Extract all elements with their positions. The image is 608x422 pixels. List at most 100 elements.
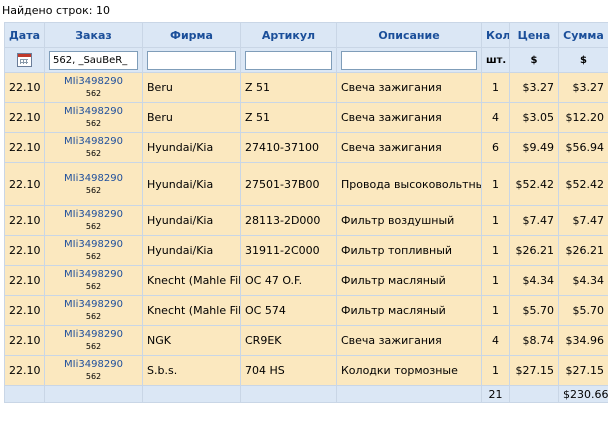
qty-unit-label: шт. bbox=[481, 47, 510, 73]
order-sub: 562 bbox=[85, 222, 102, 231]
date-cell: 22.10 bbox=[4, 205, 45, 236]
description-cell: Фильтр воздушный bbox=[336, 205, 482, 236]
article-filter-input[interactable] bbox=[245, 50, 332, 70]
rows-found-label: Найдено строк: 10 bbox=[2, 4, 110, 17]
order-sub: 562 bbox=[85, 252, 102, 261]
column-header-date[interactable]: Дата bbox=[4, 22, 45, 48]
order-sub: 562 bbox=[85, 89, 102, 98]
order-link[interactable]: MIi3498290 bbox=[49, 239, 138, 251]
column-header-description[interactable]: Описание bbox=[336, 22, 482, 48]
table-row: 22.10 MIi3498290 562 Beru Z 51 Свеча зажи… bbox=[4, 102, 608, 133]
order-link[interactable]: MIi3498290 bbox=[49, 269, 138, 281]
sum-cell: $12.20 bbox=[558, 102, 608, 133]
order-link[interactable]: MIi3498290 bbox=[49, 106, 138, 118]
table-row: 22.10 MIi3498290 562 Hyundai/Kia 27501-37… bbox=[4, 162, 608, 206]
totals-empty-cell bbox=[4, 385, 45, 403]
order-cell: MIi3498290 562 bbox=[44, 325, 143, 356]
calendar-icon[interactable] bbox=[17, 53, 32, 67]
column-header-qty[interactable]: Кол bbox=[481, 22, 510, 48]
order-sub: 562 bbox=[85, 342, 102, 351]
firm-cell: Beru bbox=[142, 72, 241, 103]
firm-filter-input[interactable] bbox=[147, 50, 236, 70]
price-unit-label: $ bbox=[509, 47, 559, 73]
qty-cell: 6 bbox=[481, 132, 510, 163]
orders-table: Дата Заказ Фирма Артикул Описание Кол Це… bbox=[4, 22, 608, 403]
date-cell: 22.10 bbox=[4, 295, 45, 326]
article-cell: OC 574 bbox=[240, 295, 337, 326]
description-cell: Фильтр масляный bbox=[336, 295, 482, 326]
column-header-price[interactable]: Цена bbox=[509, 22, 559, 48]
header-row: Дата Заказ Фирма Артикул Описание Кол Це… bbox=[4, 22, 608, 48]
totals-empty-cell bbox=[44, 385, 143, 403]
price-cell: $5.70 bbox=[509, 295, 559, 326]
order-link[interactable]: MIi3498290 bbox=[49, 359, 138, 371]
qty-cell: 1 bbox=[481, 205, 510, 236]
total-qty: 21 bbox=[481, 385, 510, 403]
qty-cell: 4 bbox=[481, 325, 510, 356]
order-link[interactable]: MIi3498290 bbox=[49, 76, 138, 88]
sum-cell: $56.94 bbox=[558, 132, 608, 163]
firm-cell: Beru bbox=[142, 102, 241, 133]
price-cell: $52.42 bbox=[509, 162, 559, 206]
order-sub: 562 bbox=[85, 312, 102, 321]
date-cell: 22.10 bbox=[4, 355, 45, 386]
article-cell: 27501-37B00 bbox=[240, 162, 337, 206]
table-row: 22.10 MIi3498290 562 NGK CR9EK Свеча зажи… bbox=[4, 325, 608, 356]
description-filter-cell bbox=[336, 47, 482, 73]
firm-filter-cell bbox=[142, 47, 241, 73]
qty-cell: 1 bbox=[481, 162, 510, 206]
article-cell: CR9EK bbox=[240, 325, 337, 356]
description-filter-input[interactable] bbox=[341, 50, 477, 70]
sum-cell: $52.42 bbox=[558, 162, 608, 206]
order-link[interactable]: MIi3498290 bbox=[49, 173, 138, 185]
price-cell: $7.47 bbox=[509, 205, 559, 236]
price-cell: $27.15 bbox=[509, 355, 559, 386]
column-header-sum[interactable]: Сумма bbox=[558, 22, 608, 48]
order-filter-input[interactable] bbox=[49, 50, 138, 70]
sum-cell: $27.15 bbox=[558, 355, 608, 386]
order-link[interactable]: MIi3498290 bbox=[49, 209, 138, 221]
date-cell: 22.10 bbox=[4, 72, 45, 103]
order-cell: MIi3498290 562 bbox=[44, 132, 143, 163]
totals-empty-cell bbox=[336, 385, 482, 403]
table-row: 22.10 MIi3498290562 Knecht (Mahle Filter… bbox=[4, 295, 608, 326]
date-cell: 22.10 bbox=[4, 325, 45, 356]
column-header-order[interactable]: Заказ bbox=[44, 22, 143, 48]
qty-cell: 1 bbox=[481, 72, 510, 103]
order-sub: 562 bbox=[85, 119, 102, 128]
description-cell: Свеча зажигания bbox=[336, 132, 482, 163]
table-row: 22.10 MIi3498290 562 Hyundai/Kia 27410-37… bbox=[4, 132, 608, 163]
description-cell: Фильтр масляный bbox=[336, 265, 482, 296]
date-cell: 22.10 bbox=[4, 265, 45, 296]
description-cell: Провода высоковольтные, комплект bbox=[336, 162, 482, 206]
sum-cell: $3.27 bbox=[558, 72, 608, 103]
price-cell: $9.49 bbox=[509, 132, 559, 163]
sum-cell: $5.70 bbox=[558, 295, 608, 326]
order-cell: MIi3498290 562 bbox=[44, 295, 143, 326]
order-link[interactable]: MIi3498290 bbox=[49, 299, 138, 311]
qty-cell: 1 bbox=[481, 265, 510, 296]
order-link[interactable]: MIi3498290 bbox=[49, 136, 138, 148]
firm-cell: Hyundai/Kia bbox=[142, 235, 241, 266]
column-header-firm[interactable]: Фирма bbox=[142, 22, 241, 48]
table-row: 22.10 MIi3498290 562 Beru Z 51 Свеча зажи… bbox=[4, 72, 608, 103]
firm-cell: S.b.s. bbox=[142, 355, 241, 386]
order-cell: MIi3498290 562 bbox=[44, 162, 143, 206]
order-link[interactable]: MIi3498290 bbox=[49, 329, 138, 341]
description-cell: Свеча зажигания bbox=[336, 72, 482, 103]
price-cell: $3.05 bbox=[509, 102, 559, 133]
date-cell: 22.10 bbox=[4, 102, 45, 133]
order-sub: 562 bbox=[85, 149, 102, 158]
price-cell: $8.74 bbox=[509, 325, 559, 356]
order-sub: 562 bbox=[85, 282, 102, 291]
order-cell: MIi3498290 562 bbox=[44, 235, 143, 266]
totals-empty-cell bbox=[240, 385, 337, 403]
firm-cell: Hyundai/Kia bbox=[142, 205, 241, 236]
column-header-article[interactable]: Артикул bbox=[240, 22, 337, 48]
description-cell: Свеча зажигания bbox=[336, 325, 482, 356]
order-filter-cell bbox=[44, 47, 143, 73]
date-filter-cell bbox=[4, 47, 45, 73]
sum-unit-label: $ bbox=[558, 47, 608, 73]
firm-cell: Knecht (Mahle Filter) bbox=[142, 265, 241, 296]
description-cell: Свеча зажигания bbox=[336, 102, 482, 133]
